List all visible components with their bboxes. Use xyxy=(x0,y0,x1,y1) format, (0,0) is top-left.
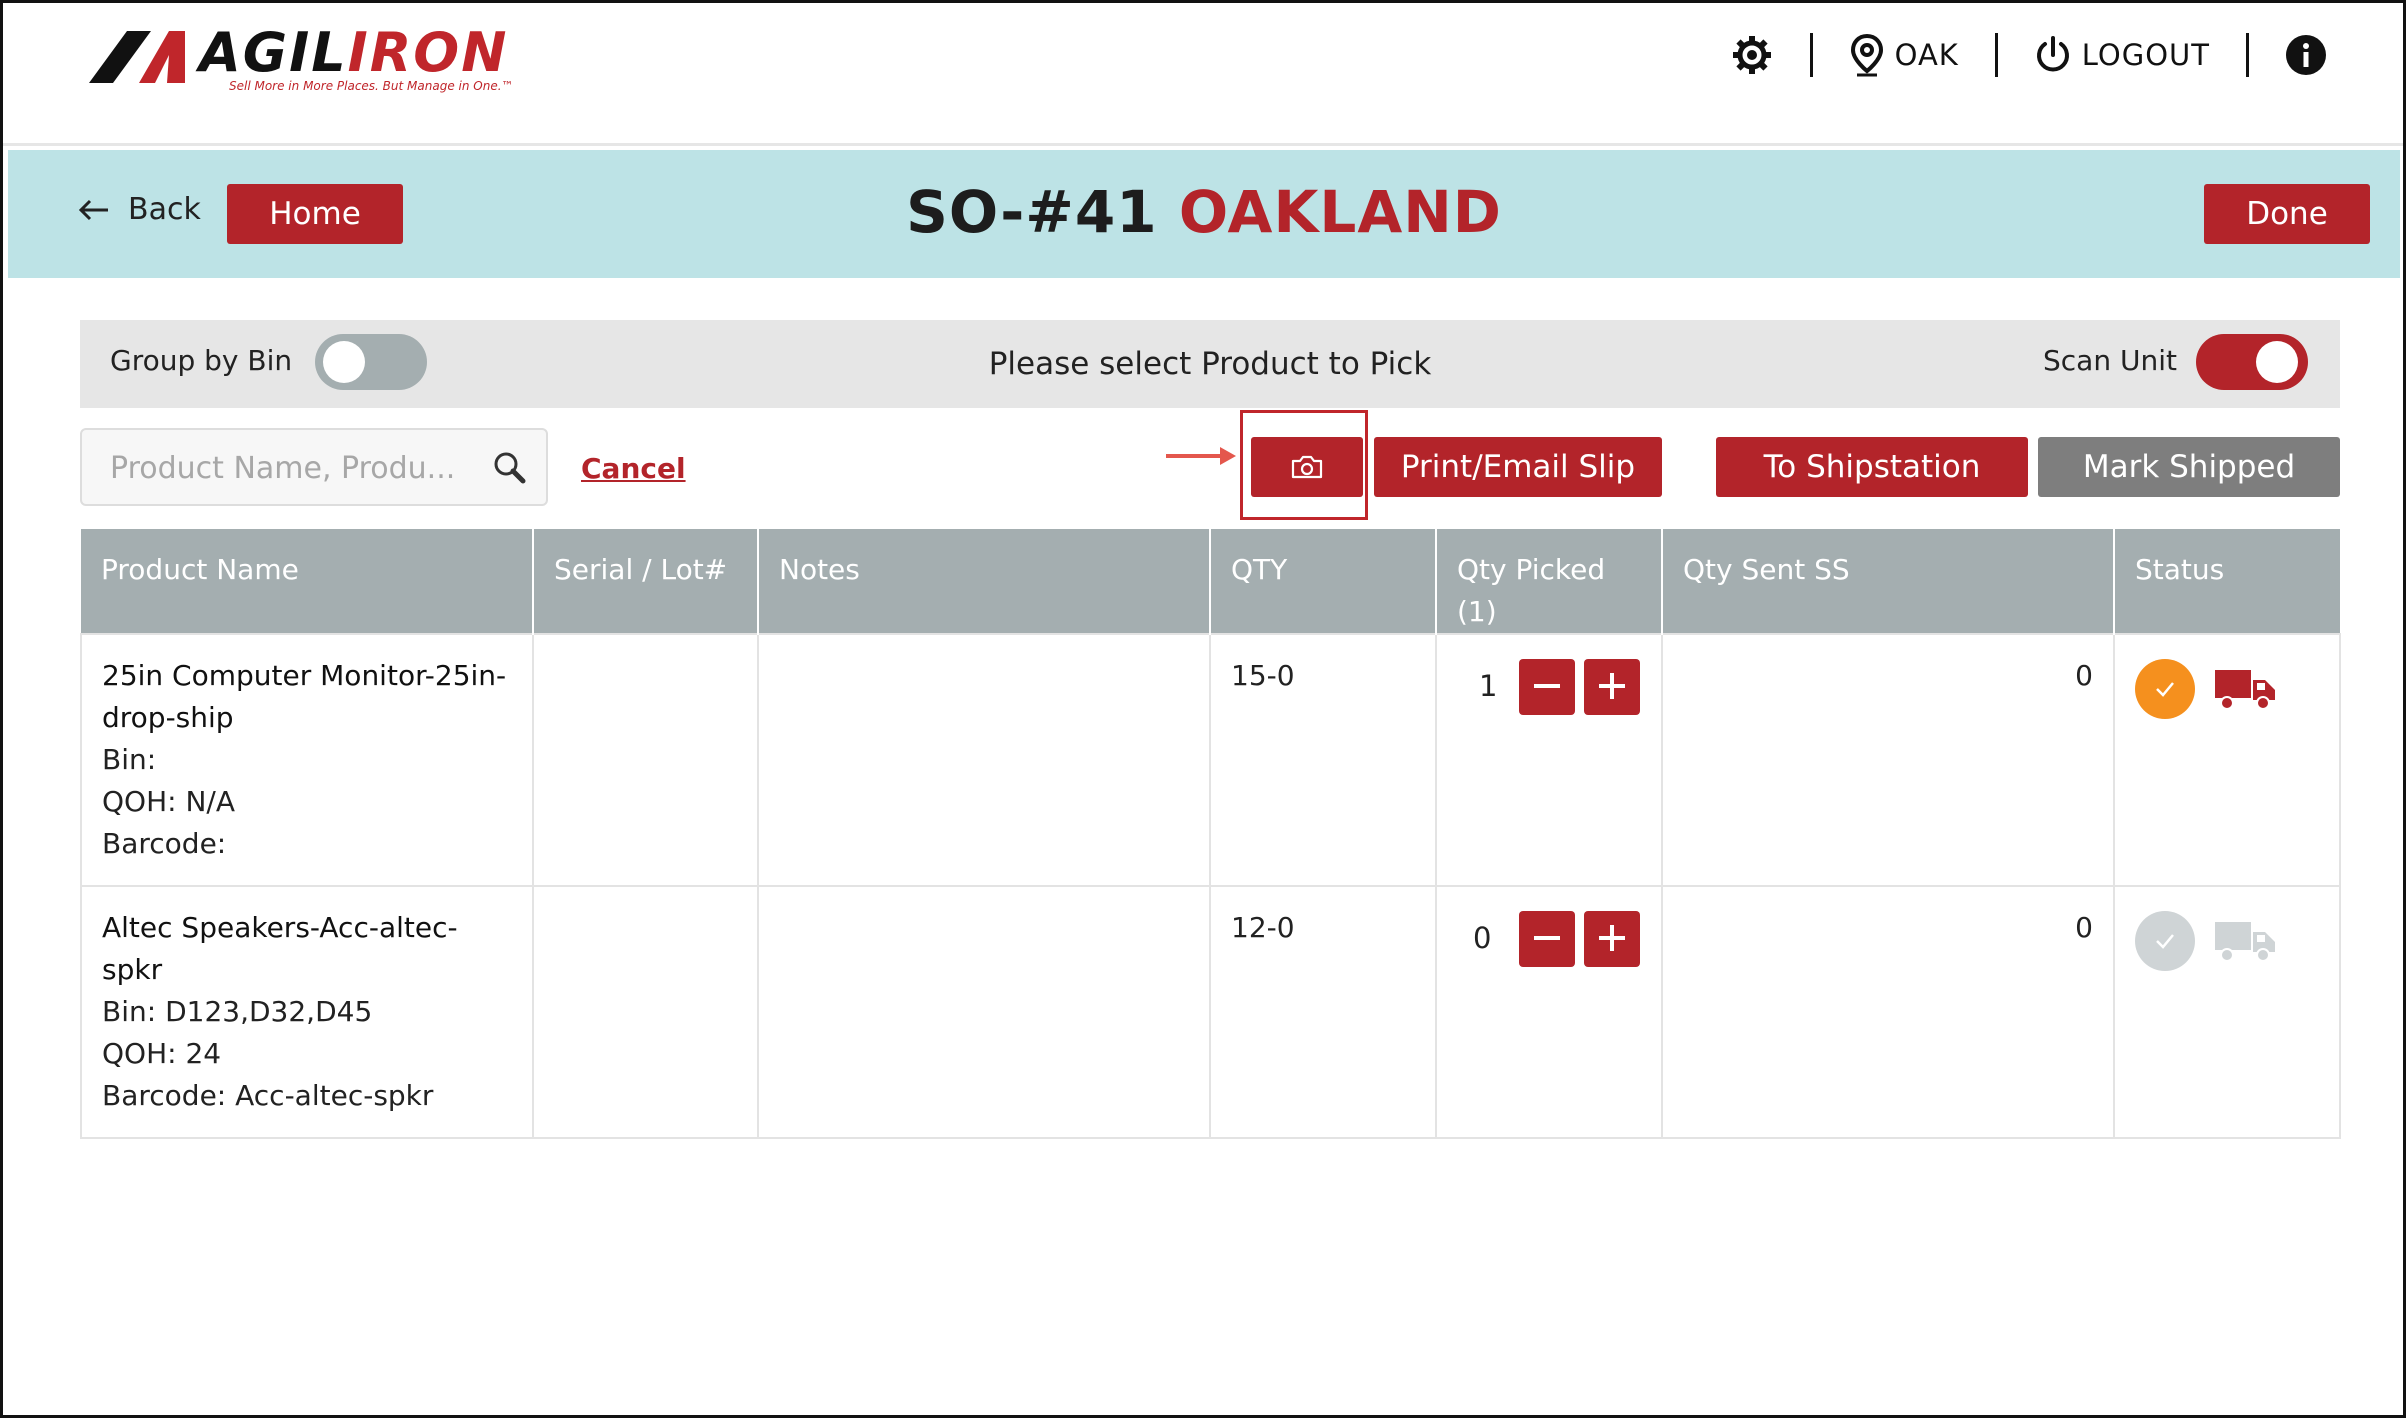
order-number: SO-#41 xyxy=(906,178,1158,246)
table-row[interactable]: Altec Speakers-Acc-altec-spkr Bin: D123,… xyxy=(80,885,2341,1139)
camera-scan-button[interactable] xyxy=(1251,437,1363,497)
qty-sent-cell: 0 xyxy=(1661,633,2115,887)
logout-label: LOGOUT xyxy=(2081,38,2210,72)
col-header-qty-sent-ss[interactable]: Qty Sent SS xyxy=(1661,529,2114,634)
serial-cell[interactable] xyxy=(532,885,759,1139)
mark-shipped-button[interactable]: Mark Shipped xyxy=(2038,437,2340,497)
serial-cell[interactable] xyxy=(532,633,759,887)
pending-check-icon[interactable] xyxy=(2135,911,2195,971)
logout-button[interactable]: LOGOUT xyxy=(2034,35,2210,75)
to-shipstation-button[interactable]: To Shipstation xyxy=(1716,437,2028,497)
plus-icon xyxy=(1599,673,1625,699)
col-header-qty[interactable]: QTY xyxy=(1209,529,1436,634)
location-name: OAKLAND xyxy=(1178,178,1502,246)
qty-picked-cell: 1 xyxy=(1435,633,1663,887)
header-divider xyxy=(2246,33,2249,77)
title-band: Back Home SO-#41 OAKLAND Done xyxy=(8,150,2400,278)
logo-wordmark: AGILIRON xyxy=(199,21,509,84)
cancel-link[interactable]: Cancel xyxy=(581,452,686,485)
gear-icon xyxy=(1732,36,1771,74)
truck-icon[interactable] xyxy=(2213,918,2277,964)
header-actions: OAK LOGOUT xyxy=(1730,27,2327,83)
info-icon xyxy=(2286,35,2326,75)
location-code: OAK xyxy=(1894,38,1959,72)
scan-unit-toggle[interactable] xyxy=(2196,334,2308,390)
minus-icon xyxy=(1534,684,1560,688)
logo-mark-icon xyxy=(89,31,185,83)
product-bin: Bin: xyxy=(102,743,157,776)
agiliron-logo[interactable]: AGILIRON Sell More in More Places. But M… xyxy=(89,21,549,93)
decrement-button[interactable] xyxy=(1519,911,1575,967)
top-header: AGILIRON Sell More in More Places. But M… xyxy=(3,3,2403,146)
qty-picked-cell: 0 xyxy=(1435,885,1663,1139)
decrement-button[interactable] xyxy=(1519,659,1575,715)
increment-button[interactable] xyxy=(1584,911,1640,967)
qty-sent-cell: 0 xyxy=(1661,885,2115,1139)
notes-cell[interactable] xyxy=(757,633,1211,887)
header-divider xyxy=(1994,33,1998,77)
qty-picked-title: Qty Picked xyxy=(1457,553,1606,586)
toggle-knob xyxy=(2256,341,2298,383)
qty-cell: 12-0 xyxy=(1209,885,1437,1139)
settings-button[interactable] xyxy=(1730,33,1774,77)
col-header-notes[interactable]: Notes xyxy=(757,529,1210,634)
notes-cell[interactable] xyxy=(757,885,1211,1139)
search-icon[interactable] xyxy=(492,450,526,484)
product-barcode: Barcode: Acc-altec-spkr xyxy=(102,1079,434,1112)
product-qoh: QOH: N/A xyxy=(102,785,235,818)
product-qoh: QOH: 24 xyxy=(102,1037,222,1070)
product-search-box xyxy=(80,428,548,506)
qty-cell: 15-0 xyxy=(1209,633,1437,887)
location-pin-icon xyxy=(1850,33,1883,77)
col-header-status[interactable]: Status xyxy=(2113,529,2340,634)
increment-button[interactable] xyxy=(1584,659,1640,715)
power-icon xyxy=(2036,36,2069,72)
col-header-serial-lot[interactable]: Serial / Lot# xyxy=(532,529,758,634)
page-title: SO-#41 OAKLAND xyxy=(8,178,2400,246)
table-header-row: Product Name Serial / Lot# Notes QTY Qty… xyxy=(81,529,2340,634)
product-cell: 25in Computer Monitor-25in-drop-ship Bin… xyxy=(80,633,534,887)
header-divider xyxy=(1809,33,1813,77)
status-cell xyxy=(2113,633,2341,887)
scan-unit-label: Scan Unit xyxy=(2043,344,2177,377)
instruction-text: Please select Product to Pick xyxy=(988,346,1432,382)
product-bin: Bin: D123,D32,D45 xyxy=(102,995,373,1028)
options-bar: Group by Bin Please select Product to Pi… xyxy=(80,320,2340,408)
product-barcode: Barcode: xyxy=(102,827,227,860)
product-cell: Altec Speakers-Acc-altec-spkr Bin: D123,… xyxy=(80,885,534,1139)
product-name: Altec Speakers-Acc-altec-spkr xyxy=(102,911,458,986)
plus-icon xyxy=(1599,925,1625,951)
col-header-qty-picked[interactable]: Qty Picked (1) xyxy=(1435,529,1662,634)
info-button[interactable] xyxy=(2285,34,2327,76)
pointer-arrow-icon xyxy=(1166,447,1236,465)
qty-picked-value: 1 xyxy=(1479,669,1498,703)
col-header-product-name[interactable]: Product Name xyxy=(81,529,533,634)
print-email-slip-button[interactable]: Print/Email Slip xyxy=(1374,437,1662,497)
location-button[interactable]: OAK xyxy=(1849,33,1959,77)
qty-picked-count: (1) xyxy=(1457,595,1497,628)
picked-check-icon[interactable] xyxy=(2135,659,2195,719)
product-search-input[interactable] xyxy=(108,446,482,490)
table-row[interactable]: 25in Computer Monitor-25in-drop-ship Bin… xyxy=(80,633,2341,887)
product-name: 25in Computer Monitor-25in-drop-ship xyxy=(102,659,507,734)
logo-tagline: Sell More in More Places. But Manage in … xyxy=(229,79,514,93)
camera-icon xyxy=(1291,455,1323,479)
minus-icon xyxy=(1534,936,1560,940)
pick-table: Product Name Serial / Lot# Notes QTY Qty… xyxy=(80,529,2341,1139)
status-cell xyxy=(2113,885,2341,1139)
qty-picked-value: 0 xyxy=(1473,921,1492,955)
done-button[interactable]: Done xyxy=(2204,184,2370,244)
truck-icon[interactable] xyxy=(2213,666,2277,712)
